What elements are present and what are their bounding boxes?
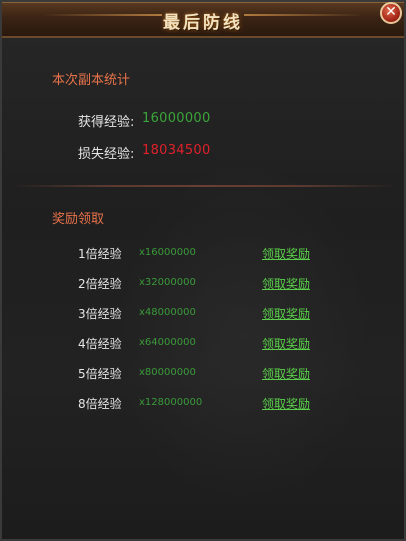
- reward-amount: x80000000: [139, 367, 196, 378]
- reward-dialog: 最后防线 ✕ 本次副本统计 获得经验: 16000000 损失经验: 18034…: [0, 0, 406, 541]
- gain-exp-label: 获得经验:: [78, 115, 135, 130]
- claim-reward-link[interactable]: 领取奖励: [262, 275, 310, 292]
- close-button[interactable]: ✕: [380, 2, 402, 24]
- loss-exp-label: 损失经验:: [78, 147, 135, 162]
- reward-multiplier-label: 4倍经验: [78, 337, 122, 351]
- reward-row: 4倍经验 x64000000 领取奖励: [2, 335, 404, 355]
- close-icon: ✕: [385, 4, 397, 20]
- reward-row: 3倍经验 x48000000 领取奖励: [2, 305, 404, 325]
- reward-row: 2倍经验 x32000000 领取奖励: [2, 275, 404, 295]
- reward-multiplier-label: 1倍经验: [78, 247, 122, 261]
- stats-section-title: 本次副本统计: [52, 73, 131, 88]
- section-divider: [10, 185, 398, 187]
- loss-exp-value: 18034500: [142, 143, 211, 158]
- claim-reward-link[interactable]: 领取奖励: [262, 335, 310, 352]
- reward-multiplier-label: 3倍经验: [78, 307, 122, 321]
- reward-multiplier-label: 8倍经验: [78, 397, 122, 411]
- claim-reward-link[interactable]: 领取奖励: [262, 245, 310, 262]
- claim-reward-link[interactable]: 领取奖励: [262, 305, 310, 322]
- gain-exp-value: 16000000: [142, 111, 211, 126]
- reward-row: 5倍经验 x80000000 领取奖励: [2, 365, 404, 385]
- reward-amount: x128000000: [139, 397, 203, 408]
- claim-reward-link[interactable]: 领取奖励: [262, 365, 310, 382]
- reward-amount: x48000000: [139, 307, 196, 318]
- reward-amount: x64000000: [139, 337, 196, 348]
- title-bar: 最后防线: [2, 2, 404, 38]
- reward-multiplier-label: 5倍经验: [78, 367, 122, 381]
- dialog-title: 最后防线: [163, 13, 243, 33]
- claim-reward-link[interactable]: 领取奖励: [262, 395, 310, 412]
- reward-row: 8倍经验 x128000000 领取奖励: [2, 395, 404, 415]
- reward-amount: x32000000: [139, 277, 196, 288]
- reward-multiplier-label: 2倍经验: [78, 277, 122, 291]
- reward-row: 1倍经验 x16000000 领取奖励: [2, 245, 404, 265]
- rewards-section-title: 奖励领取: [52, 212, 105, 227]
- reward-amount: x16000000: [139, 247, 196, 258]
